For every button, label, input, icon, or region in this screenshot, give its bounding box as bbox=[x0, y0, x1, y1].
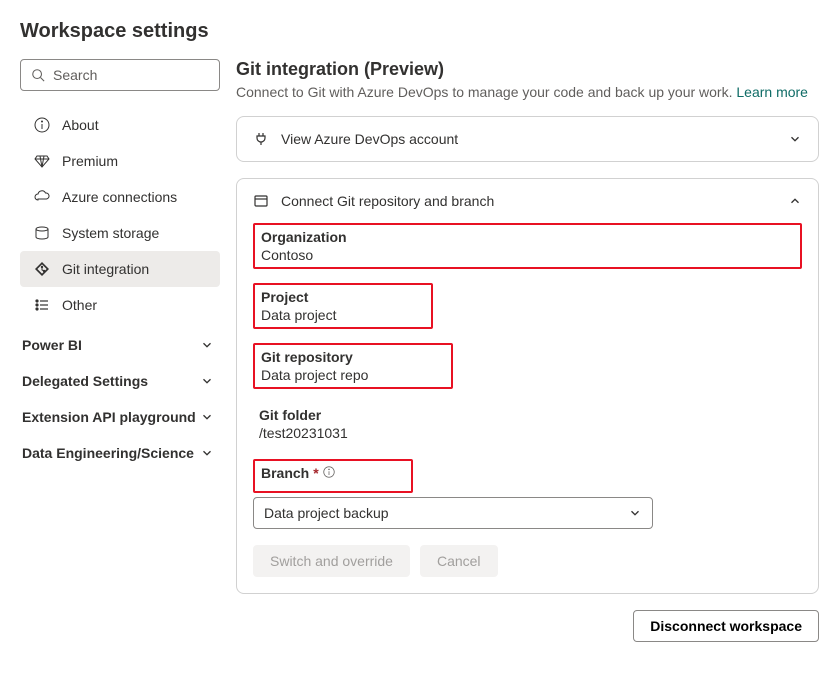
project-field: Project Data project bbox=[253, 283, 433, 329]
learn-more-link[interactable]: Learn more bbox=[736, 84, 808, 100]
project-value: Data project bbox=[261, 307, 425, 323]
sidebar-section-label: Power BI bbox=[22, 337, 82, 353]
sidebar-item-other[interactable]: Other bbox=[20, 287, 220, 323]
sidebar-section-label: Delegated Settings bbox=[22, 373, 148, 389]
organization-field: Organization Contoso bbox=[253, 223, 802, 269]
disconnect-workspace-button[interactable]: Disconnect workspace bbox=[633, 610, 819, 642]
sidebar-item-premium[interactable]: Premium bbox=[20, 143, 220, 179]
info-icon bbox=[32, 117, 52, 133]
page-title: Workspace settings bbox=[20, 20, 819, 43]
view-account-card: View Azure DevOps account bbox=[236, 116, 819, 162]
repository-field: Git repository Data project repo bbox=[253, 343, 453, 389]
sidebar-item-system-storage[interactable]: System storage bbox=[20, 215, 220, 251]
sidebar-section-label: Data Engineering/Science bbox=[22, 445, 194, 461]
chevron-down-icon bbox=[788, 132, 802, 146]
chevron-down-icon bbox=[200, 374, 214, 388]
section-title: Git integration (Preview) bbox=[236, 59, 819, 80]
sidebar-section-power-bi[interactable]: Power BI bbox=[20, 327, 220, 363]
sidebar-item-about[interactable]: About bbox=[20, 107, 220, 143]
sidebar-section-label: Extension API playground bbox=[22, 409, 196, 425]
required-indicator: * bbox=[313, 465, 318, 481]
chevron-down-icon bbox=[200, 410, 214, 424]
sidebar-item-label: Azure connections bbox=[62, 189, 177, 205]
sidebar-item-azure-connections[interactable]: Azure connections bbox=[20, 179, 220, 215]
organization-label: Organization bbox=[261, 229, 794, 245]
branch-label: Branch * bbox=[261, 465, 405, 481]
sidebar-section-extension[interactable]: Extension API playground bbox=[20, 399, 220, 435]
git-icon bbox=[32, 261, 52, 277]
folder-field: Git folder /test20231031 bbox=[253, 403, 802, 445]
main-content: Git integration (Preview) Connect to Git… bbox=[236, 59, 819, 642]
search-placeholder: Search bbox=[53, 67, 97, 83]
sidebar-item-label: Other bbox=[62, 297, 97, 313]
branch-select[interactable]: Data project backup bbox=[253, 497, 653, 529]
sidebar-item-label: Git integration bbox=[62, 261, 149, 277]
connect-repo-card: Connect Git repository and branch Organi… bbox=[236, 178, 819, 594]
sidebar-item-label: Premium bbox=[62, 153, 118, 169]
sidebar: Search About Premium Azure connections bbox=[20, 59, 220, 642]
plug-icon bbox=[253, 131, 269, 147]
cloud-icon bbox=[32, 189, 52, 205]
section-subtitle: Connect to Git with Azure DevOps to mana… bbox=[236, 84, 819, 100]
sidebar-item-label: System storage bbox=[62, 225, 159, 241]
list-icon bbox=[32, 297, 52, 313]
view-account-label: View Azure DevOps account bbox=[281, 131, 788, 147]
branch-field: Branch * bbox=[253, 459, 413, 493]
repository-value: Data project repo bbox=[261, 367, 445, 383]
folder-value: /test20231031 bbox=[259, 425, 796, 441]
sidebar-section-delegated[interactable]: Delegated Settings bbox=[20, 363, 220, 399]
branch-select-value: Data project backup bbox=[264, 505, 389, 521]
folder-label: Git folder bbox=[259, 407, 796, 423]
connect-repo-toggle[interactable]: Connect Git repository and branch bbox=[237, 179, 818, 223]
chevron-down-icon bbox=[628, 506, 642, 520]
switch-override-button: Switch and override bbox=[253, 545, 410, 577]
sidebar-section-data-eng[interactable]: Data Engineering/Science bbox=[20, 435, 220, 471]
repository-label: Git repository bbox=[261, 349, 445, 365]
search-input[interactable]: Search bbox=[20, 59, 220, 91]
search-icon bbox=[31, 68, 45, 82]
chevron-up-icon bbox=[788, 194, 802, 208]
chevron-down-icon bbox=[200, 338, 214, 352]
cancel-button: Cancel bbox=[420, 545, 498, 577]
storage-icon bbox=[32, 225, 52, 241]
sidebar-item-label: About bbox=[62, 117, 99, 133]
diamond-icon bbox=[32, 153, 52, 169]
organization-value: Contoso bbox=[261, 247, 794, 263]
sidebar-item-git-integration[interactable]: Git integration bbox=[20, 251, 220, 287]
repo-icon bbox=[253, 193, 269, 209]
view-account-toggle[interactable]: View Azure DevOps account bbox=[237, 117, 818, 161]
connect-repo-label: Connect Git repository and branch bbox=[281, 193, 788, 209]
project-label: Project bbox=[261, 289, 425, 305]
info-icon[interactable] bbox=[323, 465, 335, 481]
chevron-down-icon bbox=[200, 446, 214, 460]
